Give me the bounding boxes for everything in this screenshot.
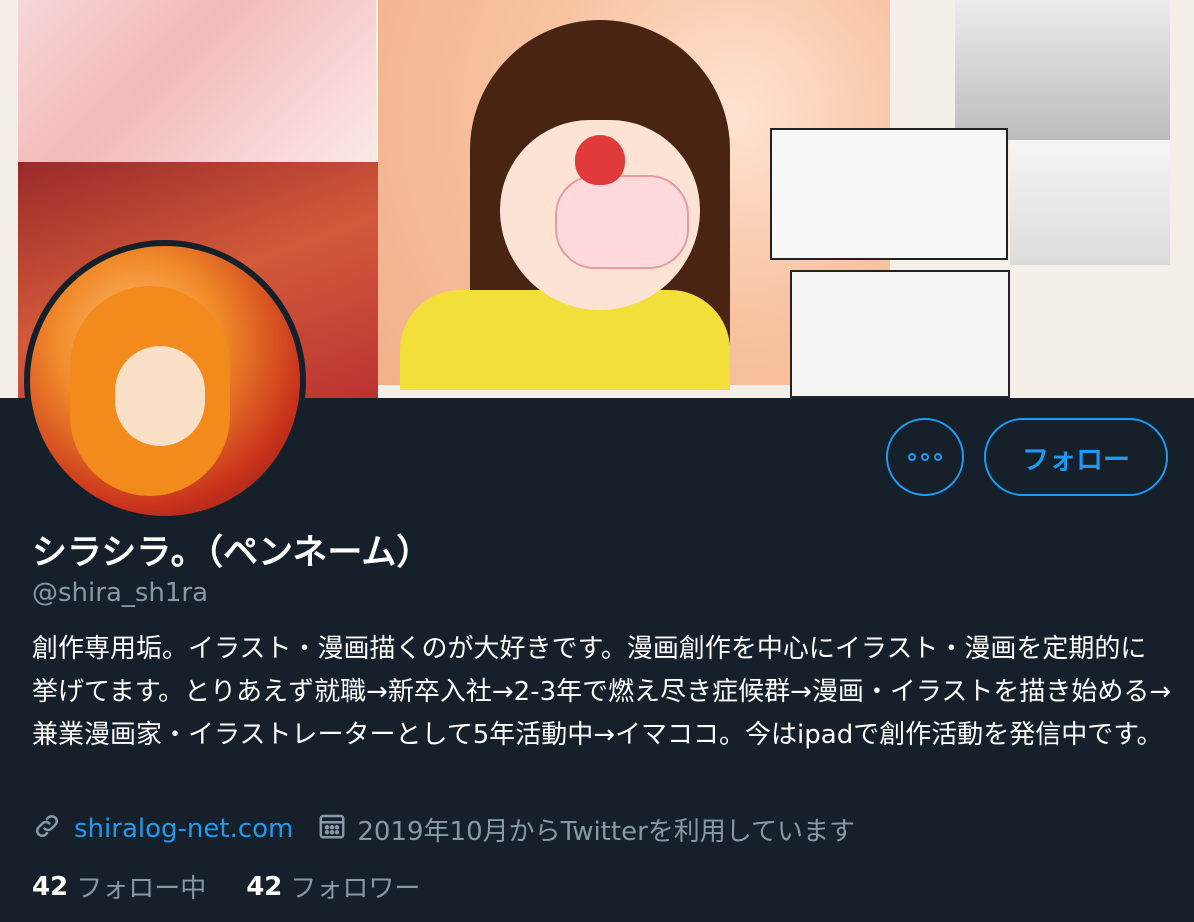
website-link[interactable]: shiralog-net.com — [74, 814, 293, 844]
avatar[interactable] — [24, 240, 306, 522]
following-stat[interactable]: 42 フォロー中 — [32, 868, 206, 905]
join-date: 2019年10月からTwitterを利用しています — [357, 816, 855, 847]
profile-stats: 42 フォロー中 42 フォロワー — [32, 868, 420, 905]
avatar-image — [30, 246, 300, 516]
more-options-button[interactable] — [886, 418, 964, 496]
banner-strawberry — [575, 135, 625, 185]
avatar-character-face — [115, 346, 205, 446]
following-count: 42 — [32, 871, 69, 902]
display-name: シラシラ。（ペンネーム） — [32, 533, 432, 573]
more-dots-icon — [908, 453, 942, 461]
profile-meta: shiralog-net.com 2019年10月からTwitterを利用してい… — [32, 810, 855, 848]
bio: 創作専用垢。イラスト・漫画描くのが大好きです。漫画創作を中心にイラスト・漫画を定… — [32, 634, 1172, 750]
banner-cake — [555, 175, 689, 269]
following-label: フォロー中 — [76, 874, 207, 904]
banner-illustration-panel — [955, 0, 1170, 140]
calendar-icon — [317, 811, 347, 848]
banner-manga-panel — [1010, 140, 1170, 265]
banner-illustration-panel — [18, 0, 376, 165]
follow-button[interactable]: フォロー — [984, 418, 1168, 496]
handle: @shira_sh1ra — [32, 578, 209, 608]
followers-stat[interactable]: 42 フォロワー — [246, 868, 420, 905]
banner-manga-panel — [790, 270, 1010, 398]
followers-label: フォロワー — [290, 874, 421, 904]
followers-count: 42 — [246, 871, 283, 902]
banner-character-sweater — [400, 290, 730, 390]
banner-manga-panel — [770, 128, 1008, 260]
link-icon — [32, 811, 62, 848]
